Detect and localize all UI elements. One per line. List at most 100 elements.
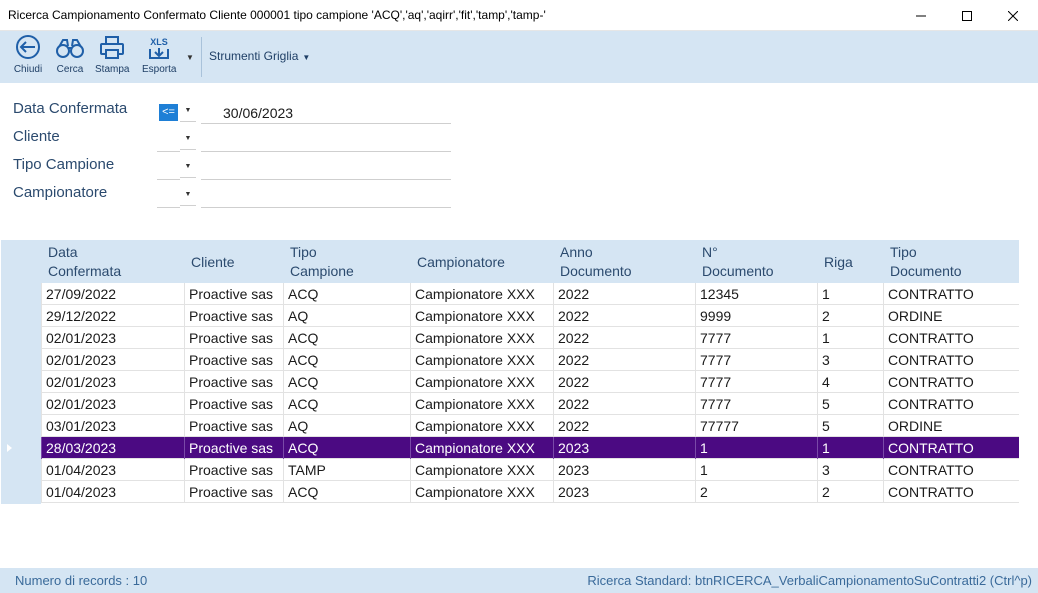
table-cell[interactable]: 1 [817,437,883,459]
header-riga[interactable]: Riga [824,253,853,272]
table-cell[interactable]: Proactive sas [184,371,283,393]
table-cell[interactable]: 2 [695,481,817,503]
table-cell[interactable]: CONTRATTO [883,393,1018,415]
table-cell[interactable]: 01/04/2023 [41,459,184,481]
table-cell[interactable]: Proactive sas [184,327,283,349]
table-cell[interactable]: Campionatore XXX [410,437,553,459]
table-cell[interactable]: 12345 [695,283,817,305]
header-data-confermata[interactable]: Data Confermata [48,243,121,281]
esporta-dropdown-arrow[interactable]: ▼ [186,53,194,62]
table-cell[interactable]: ACQ [283,481,410,503]
table-cell[interactable]: ACQ [283,371,410,393]
table-cell[interactable]: 2023 [553,481,695,503]
table-cell[interactable]: ACQ [283,393,410,415]
data-confermata-field[interactable]: 30/06/2023 [201,102,451,124]
chiudi-button[interactable]: Chiudi [13,34,43,80]
table-cell[interactable]: 2 [817,481,883,503]
table-cell[interactable]: Proactive sas [184,305,283,327]
table-cell[interactable]: CONTRATTO [883,349,1018,371]
table-cell[interactable]: ORDINE [883,305,1018,327]
table-row[interactable]: 01/04/2023 Proactive sas TAMP Campionatore … [41,459,1019,481]
table-cell[interactable]: 5 [817,415,883,437]
stampa-button[interactable]: Stampa [95,34,129,80]
tipo-campione-field[interactable] [201,158,451,180]
table-cell[interactable]: CONTRATTO [883,283,1018,305]
header-numero-documento[interactable]: N° Documento [702,243,774,281]
operator-dropdown-tipo-campione[interactable]: ▼ [180,158,196,178]
table-cell[interactable]: Campionatore XXX [410,415,553,437]
header-tipo-documento[interactable]: Tipo Documento [890,243,962,281]
table-cell[interactable]: 3 [817,459,883,481]
table-row[interactable]: 01/04/2023 Proactive sas ACQ Campionatore X… [41,481,1019,503]
table-cell[interactable]: 1 [695,437,817,459]
table-cell[interactable]: 29/12/2022 [41,305,184,327]
table-row[interactable]: 03/01/2023 Proactive sas AQ Campionatore XX… [41,415,1019,437]
table-cell[interactable]: Proactive sas [184,459,283,481]
table-cell[interactable]: 4 [817,371,883,393]
operator-dropdown-cliente[interactable]: ▼ [180,130,196,150]
table-row[interactable]: 02/01/2023 Proactive sas ACQ Campionatore X… [41,393,1019,415]
table-cell[interactable]: 7777 [695,371,817,393]
table-cell[interactable]: 2022 [553,371,695,393]
table-cell[interactable]: 2022 [553,305,695,327]
table-cell[interactable]: ACQ [283,283,410,305]
table-cell[interactable]: 5 [817,393,883,415]
table-cell[interactable]: 2022 [553,349,695,371]
table-row[interactable]: 29/12/2022 Proactive sas AQ Campionatore XX… [41,305,1019,327]
table-cell[interactable]: 2023 [553,437,695,459]
table-cell[interactable]: ACQ [283,327,410,349]
strumenti-griglia-menu[interactable]: Strumenti Griglia ▼ [209,49,310,63]
table-row[interactable]: 28/03/2023 Proactive sas ACQ Campionatore X… [41,437,1019,459]
table-cell[interactable]: 01/04/2023 [41,481,184,503]
operator-data-confermata[interactable]: <= [159,104,178,121]
table-cell[interactable]: Campionatore XXX [410,349,553,371]
table-cell[interactable]: ORDINE [883,415,1018,437]
table-cell[interactable]: Proactive sas [184,481,283,503]
table-cell[interactable]: 02/01/2023 [41,393,184,415]
table-cell[interactable]: 1 [817,327,883,349]
table-cell[interactable]: 1 [695,459,817,481]
table-row[interactable]: 27/09/2022 Proactive sas ACQ Campionatore X… [41,283,1019,305]
table-cell[interactable]: 7777 [695,349,817,371]
table-cell[interactable]: 77777 [695,415,817,437]
table-cell[interactable]: 2 [817,305,883,327]
operator-dropdown-campionatore[interactable]: ▼ [180,186,196,206]
table-cell[interactable]: CONTRATTO [883,327,1018,349]
table-cell[interactable]: CONTRATTO [883,371,1018,393]
table-cell[interactable]: ACQ [283,437,410,459]
table-cell[interactable]: Proactive sas [184,349,283,371]
table-cell[interactable]: TAMP [283,459,410,481]
table-cell[interactable]: AQ [283,305,410,327]
table-cell[interactable]: Campionatore XXX [410,459,553,481]
table-cell[interactable]: Proactive sas [184,415,283,437]
table-cell[interactable]: 2022 [553,283,695,305]
cerca-button[interactable]: Cerca [55,34,85,80]
table-cell[interactable]: CONTRATTO [883,459,1018,481]
table-cell[interactable]: Campionatore XXX [410,327,553,349]
campionatore-field[interactable] [201,186,451,208]
table-row[interactable]: 02/01/2023 Proactive sas ACQ Campionatore X… [41,371,1019,393]
table-cell[interactable]: 7777 [695,327,817,349]
table-cell[interactable]: Campionatore XXX [410,283,553,305]
header-cliente[interactable]: Cliente [191,253,235,272]
table-cell[interactable]: 1 [817,283,883,305]
table-cell[interactable]: AQ [283,415,410,437]
table-cell[interactable]: Proactive sas [184,283,283,305]
table-cell[interactable]: Campionatore XXX [410,305,553,327]
table-cell[interactable]: 02/01/2023 [41,327,184,349]
table-row[interactable]: 02/01/2023 Proactive sas ACQ Campionatore X… [41,349,1019,371]
table-cell[interactable]: 02/01/2023 [41,349,184,371]
table-cell[interactable]: Campionatore XXX [410,481,553,503]
table-cell[interactable]: 3 [817,349,883,371]
table-cell[interactable]: Proactive sas [184,437,283,459]
table-row[interactable]: 02/01/2023 Proactive sas ACQ Campionatore X… [41,327,1019,349]
maximize-button[interactable] [944,0,990,31]
esporta-button[interactable]: XLS Esporta [142,34,176,80]
table-cell[interactable]: 9999 [695,305,817,327]
table-cell[interactable]: Campionatore XXX [410,371,553,393]
table-cell[interactable]: Campionatore XXX [410,393,553,415]
header-anno-documento[interactable]: Anno Documento [560,243,632,281]
header-tipo-campione[interactable]: Tipo Campione [290,243,354,281]
table-cell[interactable]: 2023 [553,459,695,481]
table-cell[interactable]: 28/03/2023 [41,437,184,459]
